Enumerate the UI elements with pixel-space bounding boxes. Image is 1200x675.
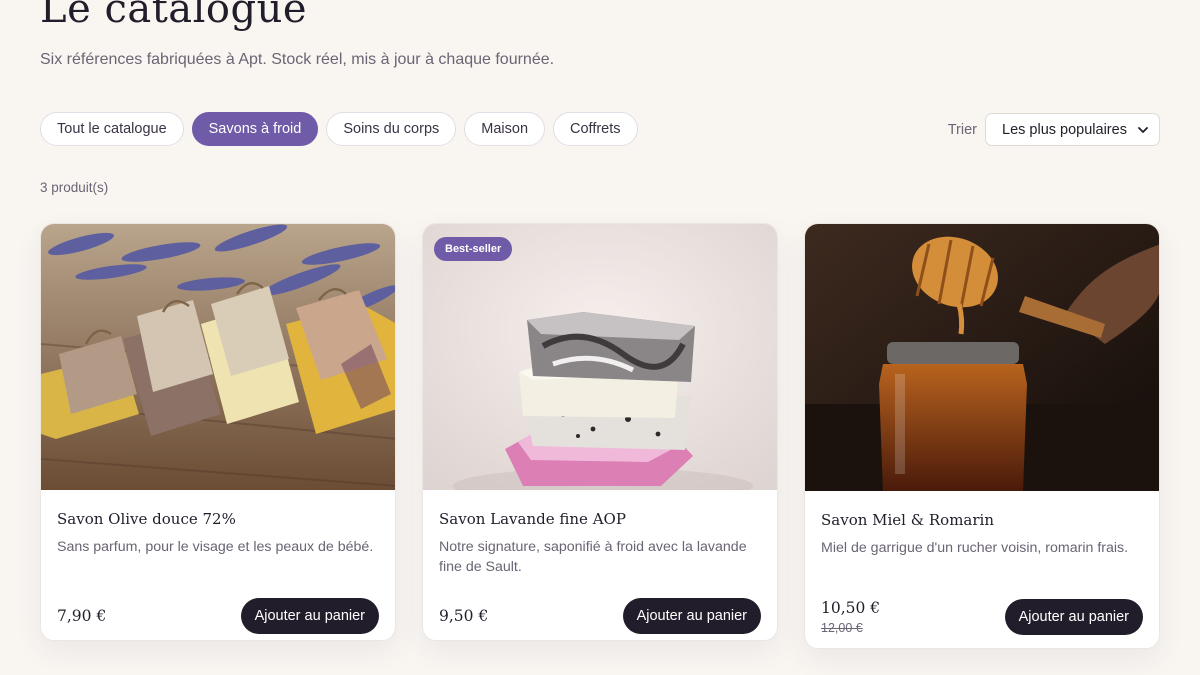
chevron-down-icon bbox=[1138, 126, 1148, 133]
product-image[interactable] bbox=[805, 224, 1159, 491]
add-to-cart-button[interactable]: Ajouter au panier bbox=[240, 598, 379, 634]
filter-home[interactable]: Maison bbox=[464, 112, 546, 146]
product-name[interactable]: Savon Olive douce 72% bbox=[57, 510, 379, 528]
filter-gift-boxes[interactable]: Coffrets bbox=[553, 112, 638, 146]
price-block: 10,50 € 12,00 € bbox=[821, 599, 880, 635]
sort-selected-value: Les plus populaires bbox=[1002, 121, 1127, 138]
sort-control: Trier Les plus populaires bbox=[948, 113, 1160, 146]
result-count: 3 produit(s) bbox=[40, 180, 109, 195]
product-card: Savon Miel & Romarin Miel de garrigue d'… bbox=[804, 223, 1160, 649]
best-seller-badge: Best-seller bbox=[434, 237, 513, 261]
product-price: 7,90 € bbox=[57, 607, 107, 625]
product-card: Savon Olive douce 72% Sans parfum, pour … bbox=[40, 223, 396, 641]
add-to-cart-button[interactable]: Ajouter au panier bbox=[622, 598, 761, 634]
product-old-price: 12,00 € bbox=[821, 621, 863, 635]
filter-body-care[interactable]: Soins du corps bbox=[326, 112, 457, 146]
product-description: Sans parfum, pour le visage et les peaux… bbox=[57, 539, 374, 555]
product-image[interactable] bbox=[41, 224, 395, 490]
product-name[interactable]: Savon Miel & Romarin bbox=[821, 511, 1143, 529]
product-name[interactable]: Savon Lavande fine AOP bbox=[439, 510, 761, 528]
soap-bars-lavender-photo bbox=[41, 224, 395, 490]
price-block: 7,90 € bbox=[57, 607, 106, 625]
page-title: Le catalogue bbox=[40, 0, 308, 32]
filter-all[interactable]: Tout le catalogue bbox=[40, 112, 184, 146]
sort-label: Trier bbox=[947, 121, 977, 138]
product-image[interactable]: Best-seller bbox=[423, 224, 777, 490]
product-price: 9,50 € bbox=[439, 607, 489, 625]
product-card: Best-seller Savon Lavande fine AOP Notre… bbox=[422, 223, 778, 641]
product-description: Miel de garrigue d'un rucher voisin, rom… bbox=[821, 540, 1129, 556]
add-to-cart-button[interactable]: Ajouter au panier bbox=[1004, 599, 1143, 635]
filter-cold-process-soaps[interactable]: Savons à froid bbox=[191, 112, 319, 146]
page-subtitle: Six références fabriquées à Apt. Stock r… bbox=[40, 51, 555, 68]
category-filters: Tout le catalogue Savons à froid Soins d… bbox=[40, 112, 638, 146]
honey-jar-dipper-photo bbox=[805, 224, 1159, 491]
product-description: Notre signature, saponifié à froid avec … bbox=[439, 539, 747, 575]
stacked-soaps-photo bbox=[423, 224, 777, 490]
sort-select[interactable]: Les plus populaires bbox=[985, 113, 1160, 146]
price-block: 9,50 € bbox=[439, 607, 488, 625]
product-price: 10,50 € bbox=[821, 599, 881, 617]
